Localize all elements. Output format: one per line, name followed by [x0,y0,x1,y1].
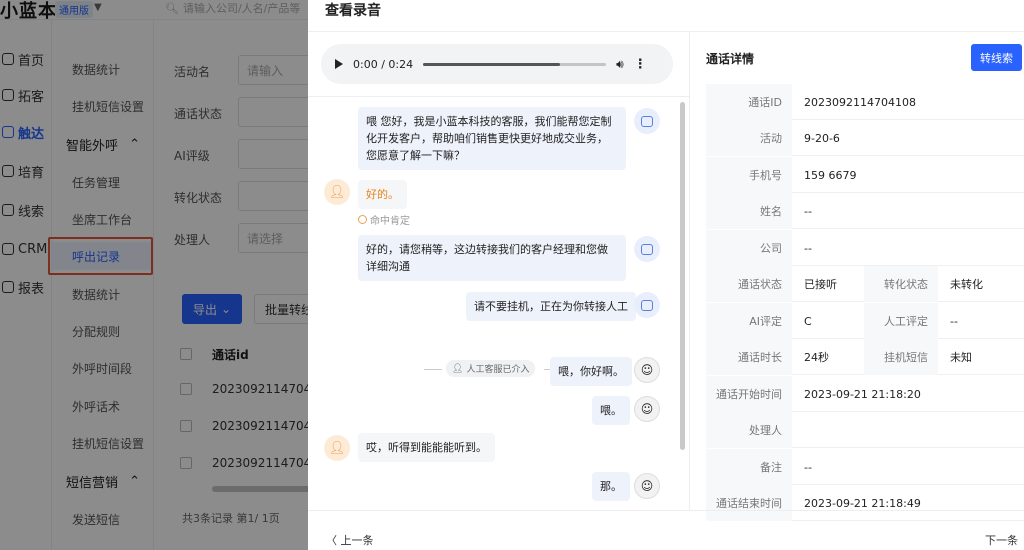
agent-avatar-icon: ☺ [634,473,660,499]
detail-row-rating: AI评定 C 人工评定 -- [706,303,1024,339]
detail-row-handler: 处理人 [706,412,1024,448]
bot-message: 好的，请您稍等，这边转接我们的客户经理和您做详细沟通 [358,235,626,281]
modal-backdrop[interactable] [0,0,308,550]
recording-modal: 查看录音 0:00 / 0:24 🔊︎ ⋮ 喂 您好，我是小蓝本科技的客服，我们… [308,0,1024,550]
audio-progress-track[interactable] [423,62,607,66]
bot-message: 喂 您好，我是小蓝本科技的客服，我们能帮您定制化开发客户，帮助咱们销售更快更好地… [358,107,626,170]
divider [689,32,690,510]
audio-player[interactable]: 0:00 / 0:24 🔊︎ ⋮ [321,44,673,84]
agent-message: 喂，你好啊。 [550,357,632,386]
agent-avatar-icon: ☺ [634,357,660,383]
detail-row-company: 公司 -- [706,230,1024,266]
bot-message: 请不要挂机，正在为你转接人工 [466,292,636,321]
smile-icon [358,215,367,224]
intent-hit-tag: 命中肯定 [358,212,410,227]
user-avatar-icon: 👤︎ [324,435,350,461]
divider [308,96,689,97]
agent-avatar-icon: ☺ [634,396,660,422]
user-message: 好的。 [358,180,407,209]
audio-progress-fill [423,62,561,66]
system-notice: 👤︎ 人工客服已介入 [446,360,536,377]
divider [424,369,442,370]
detail-row-duration: 通话时长 24秒 挂机短信 未知 [706,339,1024,375]
details-title: 通话详情 [706,52,755,66]
convert-to-lead-button[interactable]: 转线索 [971,44,1022,71]
chat-scrollbar[interactable] [680,102,685,450]
detail-row-activity: 活动 9-20-6 [706,120,1024,156]
detail-row-phone: 手机号 159 6679 [706,157,1024,193]
detail-row-end-time: 通话结束时间 2023-09-21 21:18:49 [706,485,1024,521]
robot-avatar-icon [634,292,660,318]
detail-row-name: 姓名 -- [706,193,1024,229]
agent-icon: 👤︎ [452,363,464,374]
more-options-icon[interactable]: ⋮ [634,57,647,72]
robot-avatar-icon [634,108,660,134]
detail-row-start-time: 通话开始时间 2023-09-21 21:18:20 [706,376,1024,412]
volume-icon[interactable]: 🔊︎ [616,57,624,72]
robot-avatar-icon [634,236,660,262]
detail-row-status: 通话状态 已接听 转化状态 未转化 [706,266,1024,302]
agent-message: 喂。 [592,396,630,425]
divider [308,510,1024,511]
user-avatar-icon: 👤︎ [324,179,350,205]
modal-title: 查看录音 [325,3,381,19]
play-icon[interactable] [335,59,343,69]
agent-message: 那。 [592,472,630,501]
detail-row-remark: 备注 -- [706,449,1024,485]
next-record-button[interactable]: 下一条 [985,532,1018,548]
user-message: 哎，听得到能能能听到。 [358,433,495,462]
audio-time: 0:00 / 0:24 [353,57,414,71]
detail-row-call-id: 通话ID 2023092114704108 [706,84,1024,120]
call-details-panel: 通话详情 转线索 通话ID 2023092114704108 活动 9-20-6 手… [706,32,1024,521]
prev-record-button[interactable]: 〈 上一条 [326,532,374,548]
chevron-left-icon: 〈 [326,534,341,547]
chat-panel: 0:00 / 0:24 🔊︎ ⋮ 喂 您好，我是小蓝本科技的客服，我们能帮您定制… [308,32,689,510]
